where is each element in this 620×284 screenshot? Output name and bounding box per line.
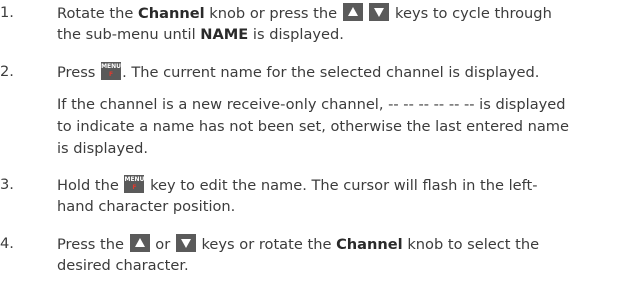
up-arrow-key-icon xyxy=(342,3,363,21)
emphasis: NAME xyxy=(200,26,249,43)
menu-key-label: MENU xyxy=(124,176,145,183)
down-arrow-key-icon xyxy=(369,3,390,21)
menu-f-key-icon: MENU F xyxy=(101,62,122,80)
step-number: 4. xyxy=(0,235,14,252)
text: key to edit the name. The cursor will fl… xyxy=(145,177,538,194)
text: the sub-menu until xyxy=(57,26,201,43)
text: knob to select the xyxy=(402,236,540,253)
menu-f-key-icon: MENU F xyxy=(124,175,145,193)
text: or xyxy=(150,236,175,253)
text: Press the xyxy=(57,236,129,253)
step-text-line: Press the or keys or rotate the Channel … xyxy=(57,234,539,255)
step-text-line: to indicate a name has not been set, oth… xyxy=(57,118,570,135)
down-arrow-key-icon xyxy=(175,234,196,252)
step-number: 3. xyxy=(0,176,14,193)
step-text-line: Hold the MENU F key to edit the name. The… xyxy=(57,175,538,196)
step-number: 2. xyxy=(0,63,14,80)
text: Rotate the xyxy=(57,5,139,22)
step-text-line: is displayed. xyxy=(57,140,148,157)
step-text-line: hand character position. xyxy=(57,198,236,215)
menu-key-f-label: F xyxy=(109,71,114,78)
step-text-line: If the channel is a new receive-only cha… xyxy=(57,96,566,113)
text: . The current name for the selected chan… xyxy=(122,64,540,81)
up-arrow-key-icon xyxy=(129,234,150,252)
text: keys or rotate the xyxy=(196,236,337,253)
emphasis: Channel xyxy=(138,5,205,22)
step-text-line: desired character. xyxy=(57,257,189,274)
text: Hold the xyxy=(57,177,124,194)
menu-key-f-label: F xyxy=(132,184,137,191)
menu-key-label: MENU xyxy=(101,63,122,70)
step-number: 1. xyxy=(0,4,14,21)
text: knob or press the xyxy=(204,5,342,22)
text: is displayed. xyxy=(248,26,344,43)
step-text-line: Rotate the Channel knob or press the key… xyxy=(57,3,552,24)
step-text-line: the sub-menu until NAME is displayed. xyxy=(57,25,344,45)
text: Press xyxy=(57,64,101,81)
step-text-line: Press MENU F. The current name for the se… xyxy=(57,62,539,83)
text: keys to cycle through xyxy=(390,5,552,22)
emphasis: Channel xyxy=(336,236,403,253)
